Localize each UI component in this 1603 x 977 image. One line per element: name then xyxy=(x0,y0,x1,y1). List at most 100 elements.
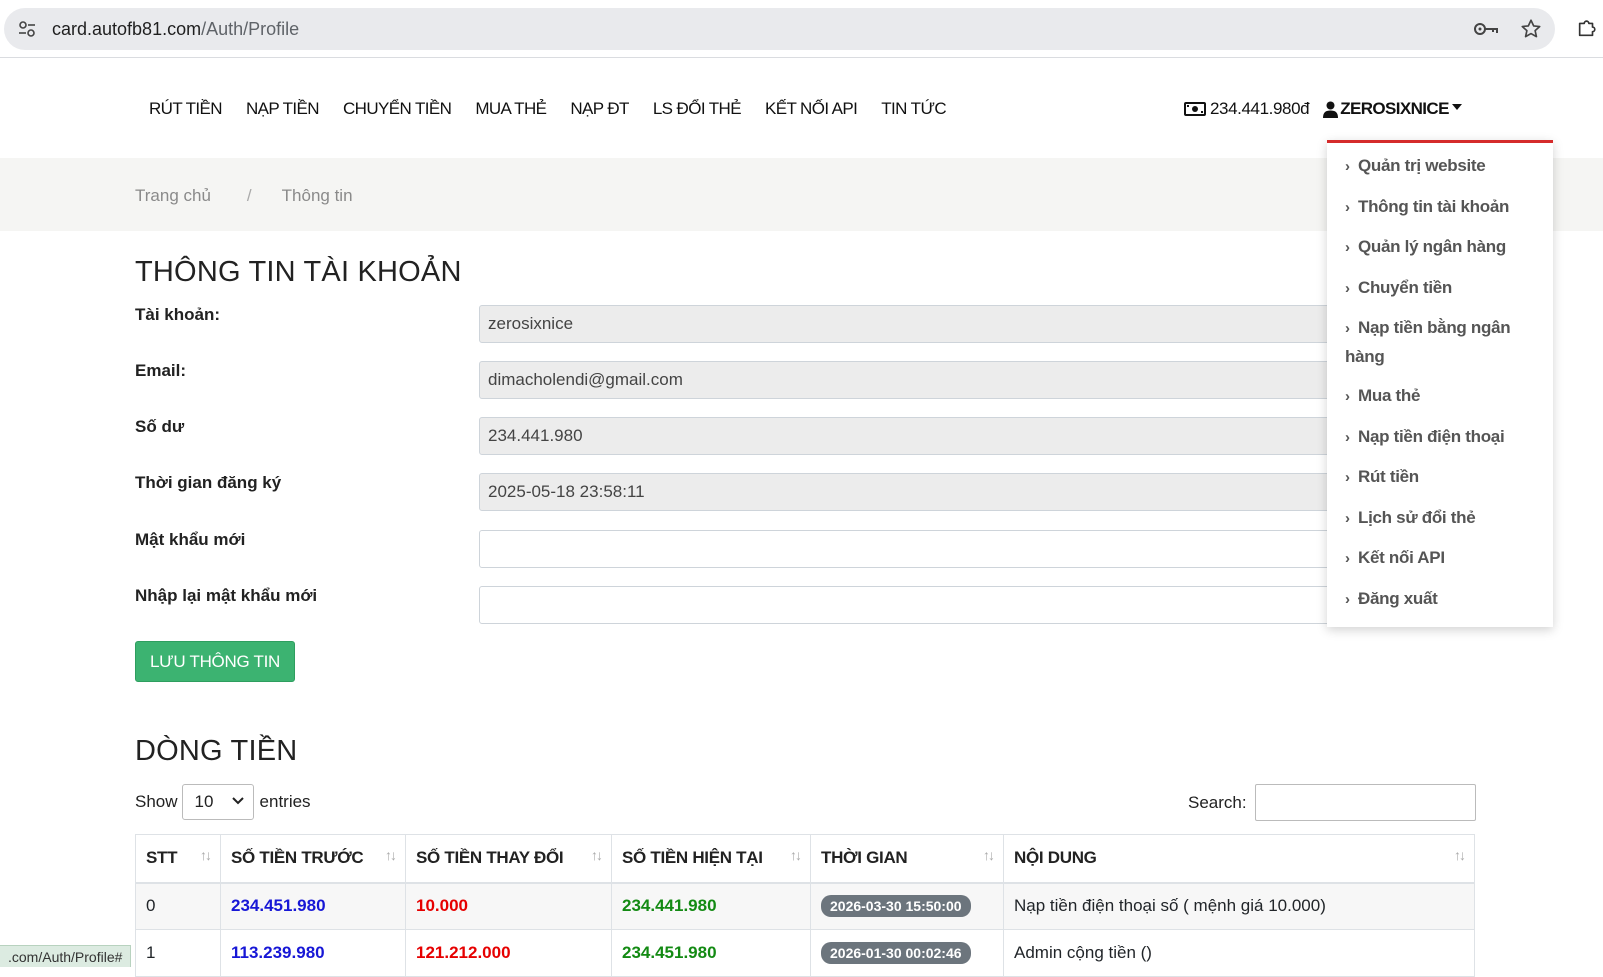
menu-item-label: Đăng xuất xyxy=(1358,589,1438,608)
username: ZEROSIXNICE xyxy=(1340,99,1449,118)
menu-item-bank-deposit[interactable]: › Nạp tiền bằng ngân hàng xyxy=(1345,314,1540,371)
entries-label: entries xyxy=(259,792,311,811)
search-input[interactable] xyxy=(1254,784,1476,821)
chevron-right-icon: › xyxy=(1345,591,1350,608)
menu-item-label: Quản lý ngân hàng xyxy=(1358,237,1506,256)
money-icon xyxy=(1184,102,1206,116)
user-dropdown-menu: › Quản trị website › Thông tin tài khoản ›… xyxy=(1327,140,1553,627)
menu-item-buy-card[interactable]: › Mua thẻ xyxy=(1345,382,1540,411)
form-row-username: Tài khoản: xyxy=(135,305,1539,345)
col-after[interactable]: SỐ TIỀN HIỆN TẠI ↑↓ xyxy=(611,834,811,884)
col-time-label: THỜI GIAN xyxy=(821,848,908,868)
cell-content: Admin cộng tiền () xyxy=(1003,929,1475,977)
sort-icon: ↑↓ xyxy=(790,847,802,863)
new-password-label: Mật khẩu mới xyxy=(135,530,246,549)
menu-item-label: Thông tin tài khoản xyxy=(1358,197,1510,216)
search-label: Search: xyxy=(1188,792,1247,812)
menu-item-api[interactable]: › Kết nối API xyxy=(1345,544,1540,573)
chevron-right-icon: › xyxy=(1345,320,1350,337)
chevron-right-icon: › xyxy=(1345,550,1350,567)
chevron-right-icon: › xyxy=(1345,510,1350,527)
email-label: Email: xyxy=(135,361,187,380)
form-row-confirm-password: Nhập lại mật khẩu mới xyxy=(135,586,1539,626)
save-button[interactable]: LƯU THÔNG TIN xyxy=(135,641,295,682)
col-after-label: SỐ TIỀN HIỆN TẠI xyxy=(622,848,763,868)
chevron-right-icon: › xyxy=(1345,199,1350,216)
chevron-right-icon: › xyxy=(1345,280,1350,297)
cell-before: 113.239.980 xyxy=(220,929,406,977)
form-row-registered: Thời gian đăng ký xyxy=(135,473,1539,513)
menu-item-label: Kết nối API xyxy=(1358,548,1445,567)
cell-change: 10.000 xyxy=(405,882,612,930)
site-settings-icon[interactable] xyxy=(18,20,36,38)
time-badge: 2026-01-30 00:02:46 xyxy=(821,942,971,964)
col-content-label: NỘI DUNG xyxy=(1014,848,1097,868)
cell-change: 121.212.000 xyxy=(405,929,612,977)
col-time[interactable]: THỜI GIAN ↑↓ xyxy=(810,834,1004,884)
sort-icon: ↑↓ xyxy=(591,847,603,863)
menu-item-withdraw[interactable]: › Rút tiền xyxy=(1345,463,1540,492)
chevron-right-icon: › xyxy=(1345,469,1350,486)
col-change-label: SỐ TIỀN THAY ĐỔI xyxy=(416,848,564,868)
breadcrumb-current: Thông tin xyxy=(281,186,353,205)
puzzle-icon[interactable] xyxy=(1576,17,1598,39)
menu-item-phone-topup[interactable]: › Nạp tiền điện thoại xyxy=(1345,423,1540,452)
sort-icon: ↑↓ xyxy=(385,847,397,863)
breadcrumb-home[interactable]: Trang chủ xyxy=(135,186,211,205)
account-title: THÔNG TIN TÀI KHOẢN xyxy=(135,256,462,288)
col-content[interactable]: NỘI DUNG ↑↓ xyxy=(1003,834,1475,884)
menu-item-label: Nạp tiền bằng ngân hàng xyxy=(1345,318,1511,366)
nav-deposit[interactable]: NẠP TIỀN xyxy=(246,99,320,119)
chevron-right-icon: › xyxy=(1345,158,1350,175)
user-menu-toggle[interactable]: ZEROSIXNICE xyxy=(1323,99,1462,119)
nav-buy-card[interactable]: MUA THẺ xyxy=(475,99,547,119)
registered-label: Thời gian đăng ký xyxy=(135,473,282,492)
chevron-right-icon: › xyxy=(1345,239,1350,256)
nav-transfer[interactable]: CHUYỂN TIỀN xyxy=(343,99,452,119)
cell-before: 234.451.980 xyxy=(220,882,406,930)
menu-item-logout[interactable]: › Đăng xuất xyxy=(1345,585,1540,614)
cashflow-table: STT ↑↓ SỐ TIỀN TRƯỚC ↑↓ SỐ TIỀN THAY ĐỔI ↑↓… xyxy=(135,834,1475,977)
key-icon[interactable] xyxy=(1473,20,1499,38)
link-status-bar: .com/Auth/Profile# xyxy=(0,945,132,967)
sort-icon: ↑↓ xyxy=(200,847,212,863)
breadcrumb-separator: / xyxy=(246,186,252,205)
col-stt[interactable]: STT ↑↓ xyxy=(135,834,221,884)
menu-item-card-history[interactable]: › Lịch sử đổi thẻ xyxy=(1345,504,1540,533)
time-badge: 2026-03-30 15:50:00 xyxy=(821,895,971,918)
address-bar[interactable]: card.autofb81.com/Auth/Profile xyxy=(4,8,1555,50)
nav-links: RÚT TIỀN NẠP TIỀN CHUYỂN TIỀN MUA THẺ NẠ… xyxy=(149,99,970,119)
col-change[interactable]: SỐ TIỀN THAY ĐỔI ↑↓ xyxy=(405,834,612,884)
url-text[interactable]: card.autofb81.com/Auth/Profile xyxy=(52,19,299,40)
nav-card-history[interactable]: LS ĐỔI THẺ xyxy=(653,99,742,119)
menu-item-label: Nạp tiền điện thoại xyxy=(1358,427,1505,446)
nav-topup-phone[interactable]: NẠP ĐT xyxy=(570,99,629,119)
confirm-password-label: Nhập lại mật khẩu mới xyxy=(135,586,318,605)
nav-withdraw[interactable]: RÚT TIỀN xyxy=(149,99,223,119)
chevron-down-icon xyxy=(231,797,244,805)
entries-select-value: 10 xyxy=(194,792,214,811)
menu-item-bank-management[interactable]: › Quản lý ngân hàng xyxy=(1345,233,1540,262)
show-label: Show xyxy=(135,792,178,811)
menu-item-transfer[interactable]: › Chuyển tiền xyxy=(1345,274,1540,303)
nav-news[interactable]: TIN TỨC xyxy=(881,99,946,119)
table-row: 1 113.239.980 121.212.000 234.451.980 20… xyxy=(135,929,1475,977)
form-row-new-password: Mật khẩu mới xyxy=(135,530,1539,570)
cell-after: 234.441.980 xyxy=(611,882,811,930)
menu-item-label: Mua thẻ xyxy=(1358,386,1421,405)
chevron-right-icon: › xyxy=(1345,388,1350,405)
menu-item-admin[interactable]: › Quản trị website xyxy=(1345,152,1540,181)
url-host: card.autofb81.com xyxy=(52,19,202,39)
entries-select[interactable]: 10 xyxy=(181,784,254,820)
nav-api[interactable]: KẾT NỐI API xyxy=(765,99,858,119)
table-row: 0 234.451.980 10.000 234.441.980 2026-03… xyxy=(135,882,1475,930)
menu-item-account-info[interactable]: › Thông tin tài khoản xyxy=(1345,193,1540,222)
entries-length-control: Show 10 entries xyxy=(135,784,311,820)
star-icon[interactable] xyxy=(1520,18,1542,40)
col-before[interactable]: SỐ TIỀN TRƯỚC ↑↓ xyxy=(220,834,406,884)
balance-label: Số dư xyxy=(135,417,185,436)
browser-toolbar: card.autofb81.com/Auth/Profile xyxy=(0,0,1603,58)
caret-down-icon xyxy=(1451,104,1462,110)
cell-time: 2026-01-30 00:02:46 xyxy=(810,929,1004,977)
username-label: Tài khoản: xyxy=(135,305,221,324)
